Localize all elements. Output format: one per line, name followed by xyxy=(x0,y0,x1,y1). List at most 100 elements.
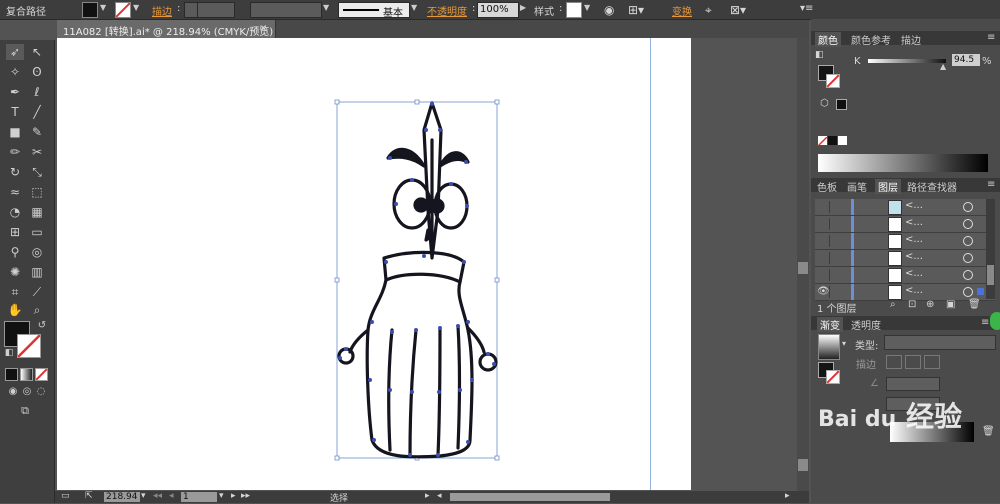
target-circle-icon[interactable] xyxy=(963,236,973,246)
gradient-panel-tabs: 渐变 透明度 ≡ xyxy=(811,316,1000,332)
stroke-across-button[interactable] xyxy=(924,355,940,369)
black-swatch[interactable] xyxy=(828,136,837,145)
slider-handle-icon[interactable]: ▲ xyxy=(940,62,946,71)
layer-name[interactable]: <... xyxy=(905,217,923,228)
layers-scrollbar-thumb[interactable] xyxy=(987,265,994,285)
bounding-box-handles[interactable] xyxy=(334,99,500,461)
layer-row[interactable]: <... xyxy=(815,233,995,250)
stroke-along-button[interactable] xyxy=(905,355,921,369)
layer-row[interactable]: <... xyxy=(815,250,995,267)
tab-transparency[interactable]: 透明度 xyxy=(851,317,881,332)
layer-thumbnail xyxy=(888,285,902,300)
artboard-number-field[interactable]: 1 xyxy=(181,492,217,502)
k-value: 94.5 xyxy=(954,55,975,65)
tab-color-guide[interactable]: 颜色参考 xyxy=(851,32,891,47)
color-panel-tabs: 颜色 颜色参考 描边 ≡ xyxy=(811,31,1000,47)
watermark-text: 经验 xyxy=(905,400,962,433)
color-spectrum-bar[interactable] xyxy=(818,154,988,172)
layer-thumbnail xyxy=(888,217,902,232)
chevron-down-icon[interactable]: ▾ xyxy=(141,491,146,501)
target-circle-icon[interactable] xyxy=(963,202,973,212)
status-menu-icon[interactable]: ▸ xyxy=(425,491,430,501)
scrollbar-thumb[interactable] xyxy=(798,262,808,274)
layer-row[interactable]: <... xyxy=(815,267,995,284)
k-slider-track[interactable] xyxy=(868,59,946,63)
target-circle-icon[interactable] xyxy=(963,253,973,263)
next-artboard-icon[interactable]: ▸ xyxy=(231,491,236,501)
tab-swatches[interactable]: 色板 xyxy=(817,179,837,194)
layer-row[interactable]: <... xyxy=(815,199,995,216)
layer-color-bar xyxy=(851,250,854,266)
gradient-stroke-label: 描边 xyxy=(856,360,876,371)
eye-icon[interactable]: 👁 xyxy=(817,286,830,298)
delete-stop-icon[interactable]: 🗑 xyxy=(982,426,995,437)
layer-color-bar xyxy=(851,233,854,249)
tab-stroke[interactable]: 描边 xyxy=(901,32,921,47)
gradient-stroke-box[interactable] xyxy=(826,370,840,384)
target-circle-icon[interactable] xyxy=(963,219,973,229)
horizontal-scrollbar-thumb[interactable] xyxy=(450,493,610,501)
layer-name[interactable]: <... xyxy=(905,251,923,262)
visibility-toggle[interactable] xyxy=(817,201,830,213)
hscroll-right-icon[interactable]: ▸ xyxy=(785,491,790,501)
tab-layers[interactable]: 图层 xyxy=(875,179,901,194)
out-of-gamut-icon[interactable]: ⬡ xyxy=(820,98,829,109)
chevron-down-icon[interactable]: ▾ xyxy=(842,339,846,348)
first-artboard-icon[interactable]: ◂◂ xyxy=(153,491,162,501)
color-stroke-box[interactable] xyxy=(826,74,840,88)
export-icon[interactable]: ⇱ xyxy=(85,491,93,501)
tab-color[interactable]: 颜色 xyxy=(815,32,841,47)
hscroll-left-icon[interactable]: ◂ xyxy=(437,491,442,501)
layer-thumbnail xyxy=(888,234,902,249)
target-circle-icon[interactable] xyxy=(963,287,973,297)
layer-name[interactable]: <... xyxy=(905,268,923,279)
visibility-toggle[interactable] xyxy=(817,252,830,264)
gradient-thumbnail[interactable] xyxy=(818,334,840,360)
white-swatch[interactable] xyxy=(838,136,847,145)
angle-field[interactable] xyxy=(886,377,940,391)
tab-pathfinder[interactable]: 路径查找器 xyxy=(907,179,957,194)
tab-gradient[interactable]: 渐变 xyxy=(817,317,843,332)
target-circle-icon[interactable] xyxy=(963,270,973,280)
layer-row[interactable]: <... xyxy=(815,216,995,233)
gradient-type-dropdown[interactable] xyxy=(884,335,996,350)
selection-indicator[interactable] xyxy=(977,288,984,295)
layer-name[interactable]: <... xyxy=(905,285,923,296)
new-layer-icon[interactable]: ▣ xyxy=(946,299,955,310)
prev-artboard-icon[interactable]: ◂ xyxy=(169,491,174,501)
tab-brushes[interactable]: 画笔 xyxy=(847,179,867,194)
layer-name[interactable]: <... xyxy=(905,200,923,211)
panel-menu-icon[interactable]: ≡ xyxy=(987,179,995,190)
panel-menu-icon[interactable]: ≡ xyxy=(987,32,995,43)
k-unit: % xyxy=(982,56,992,67)
angle-icon: ∠ xyxy=(870,378,879,389)
scrollbar-thumb-bottom[interactable] xyxy=(798,459,808,471)
status-bar: ▭ ⇱ 218.94 ▾ ◂◂ ◂ 1 ▾ ▸ ▸▸ 选择 ▸ ◂ ▸ xyxy=(55,491,809,504)
status-icon[interactable]: ▭ xyxy=(61,491,70,501)
visibility-toggle[interactable] xyxy=(817,235,830,247)
visibility-toggle[interactable] xyxy=(817,269,830,281)
web-safe-swatch[interactable] xyxy=(836,99,847,110)
locate-object-icon[interactable]: ⌕ xyxy=(890,299,896,310)
expand-panel-button[interactable] xyxy=(990,312,1000,330)
stroke-within-button[interactable] xyxy=(886,355,902,369)
k-value-field[interactable]: 94.5 xyxy=(952,54,980,66)
layer-thumbnail xyxy=(888,251,902,266)
layer-color-bar xyxy=(851,284,854,300)
none-swatch[interactable] xyxy=(817,136,828,147)
layer-name[interactable]: <... xyxy=(905,234,923,245)
mini-swatch-icon[interactable]: ◧ xyxy=(815,50,824,60)
clipping-mask-icon[interactable]: ⊡ xyxy=(908,299,916,310)
watermark-logo: Bai du xyxy=(818,407,897,432)
layer-thumbnail xyxy=(888,200,902,215)
baidu-watermark: Bai du 经验 xyxy=(818,395,962,435)
screwdriver-character-artwork[interactable] xyxy=(337,101,498,459)
panel-menu-icon[interactable]: ≡ xyxy=(981,317,989,328)
visibility-toggle[interactable] xyxy=(817,218,830,230)
zoom-field[interactable]: 218.94 xyxy=(104,492,140,502)
chevron-down-icon[interactable]: ▾ xyxy=(219,491,224,501)
last-artboard-icon[interactable]: ▸▸ xyxy=(241,491,250,501)
new-sublayer-icon[interactable]: ⊕ xyxy=(926,299,934,310)
delete-layer-icon[interactable]: 🗑 xyxy=(968,299,981,310)
channel-k-label: K xyxy=(854,56,861,67)
